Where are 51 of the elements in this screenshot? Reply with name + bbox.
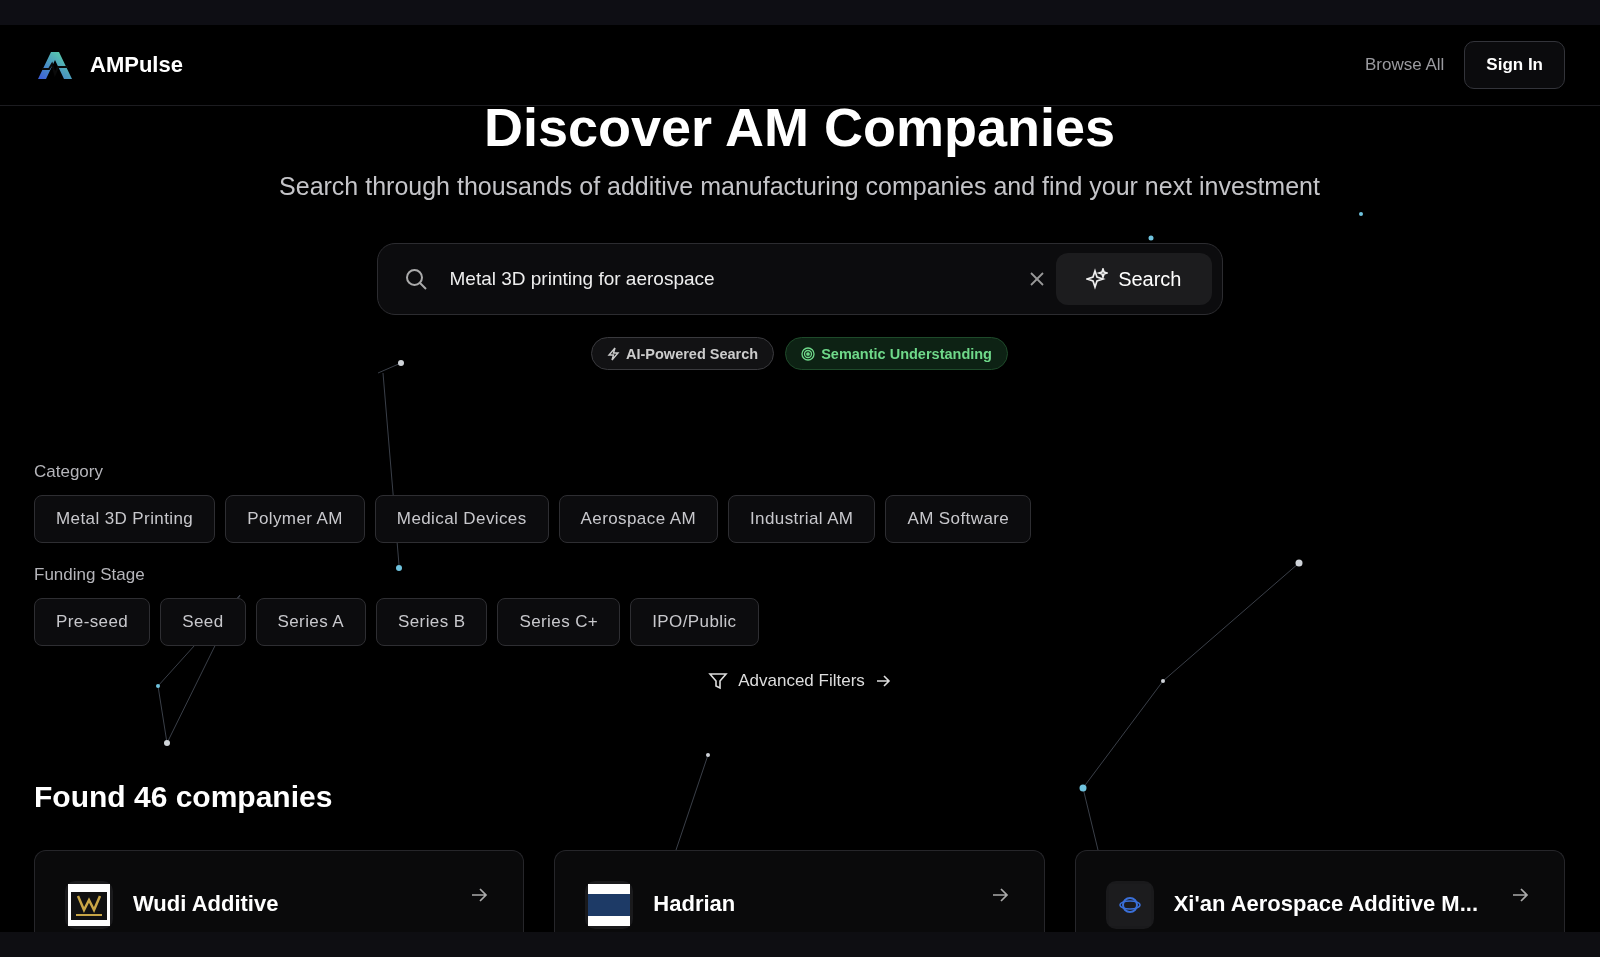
results-heading: Found 46 companies bbox=[34, 780, 333, 814]
filter-chip[interactable]: AM Software bbox=[885, 495, 1032, 543]
particle-dot bbox=[398, 360, 404, 366]
search-icon bbox=[403, 267, 428, 291]
particle-dot bbox=[706, 753, 710, 757]
brand-name[interactable]: AMPulse bbox=[90, 52, 183, 78]
particle-dot bbox=[396, 565, 402, 571]
company-name: Hadrian bbox=[653, 891, 737, 917]
sign-in-button[interactable]: Sign In bbox=[1464, 41, 1565, 89]
sparkle-icon bbox=[1086, 268, 1109, 290]
filter-chip[interactable]: Industrial AM bbox=[727, 495, 876, 543]
particle-dot bbox=[1079, 784, 1087, 792]
particle-dot bbox=[1359, 212, 1363, 216]
company-name: Xi'an Aerospace Additive M... bbox=[1173, 891, 1479, 917]
search-button[interactable]: Search bbox=[1056, 253, 1212, 305]
browse-all-link[interactable]: Browse All bbox=[1364, 55, 1445, 75]
filter-chip[interactable]: Aerospace AM bbox=[558, 495, 718, 543]
advanced-filters-button[interactable]: Advanced Filters bbox=[702, 670, 897, 692]
company-logo bbox=[1105, 881, 1154, 929]
feature-badge: AI-Powered Search bbox=[591, 337, 775, 370]
filter-label: Funding Stage bbox=[34, 565, 145, 585]
particle-dot bbox=[1161, 679, 1165, 683]
filter-chip[interactable]: Series A bbox=[255, 598, 366, 646]
particle-dot bbox=[164, 740, 170, 746]
filter-chip[interactable]: Pre-seed bbox=[34, 598, 151, 646]
company-card[interactable]: Wudi Additive bbox=[34, 850, 525, 932]
filter-icon bbox=[708, 671, 729, 691]
filter-chip[interactable]: Metal 3D Printing bbox=[34, 495, 216, 543]
company-card[interactable]: Hadrian bbox=[554, 850, 1045, 932]
lightning-icon bbox=[607, 346, 620, 361]
company-logo bbox=[65, 881, 113, 929]
close-icon[interactable] bbox=[1030, 272, 1045, 286]
particle-dot bbox=[1148, 235, 1154, 241]
company-logo bbox=[585, 881, 634, 929]
filter-chip[interactable]: IPO/Public bbox=[630, 598, 759, 646]
company-name: Wudi Additive bbox=[133, 891, 280, 917]
filter-label: Category bbox=[34, 462, 103, 482]
particle-dot bbox=[156, 684, 160, 688]
arrow-right-icon bbox=[874, 673, 891, 689]
search-field[interactable]: Metal 3D printing for aerospace Search bbox=[376, 243, 1223, 315]
filter-chip[interactable]: Series B bbox=[376, 598, 488, 646]
target-icon bbox=[801, 346, 816, 361]
company-card[interactable]: Xi'an Aerospace Additive M... bbox=[1074, 850, 1565, 932]
logo-icon bbox=[36, 50, 74, 80]
filter-chip[interactable]: Series C+ bbox=[497, 598, 621, 646]
feature-badge: Semantic Understanding bbox=[785, 337, 1008, 370]
particle-dot bbox=[1295, 559, 1303, 567]
filter-chip[interactable]: Medical Devices bbox=[374, 495, 549, 543]
page-subtitle: Search through thousands of additive manufacturing companies and find your next investment bbox=[279, 172, 1320, 201]
filter-chip[interactable]: Polymer AM bbox=[225, 495, 365, 543]
filter-chip[interactable]: Seed bbox=[160, 598, 246, 646]
